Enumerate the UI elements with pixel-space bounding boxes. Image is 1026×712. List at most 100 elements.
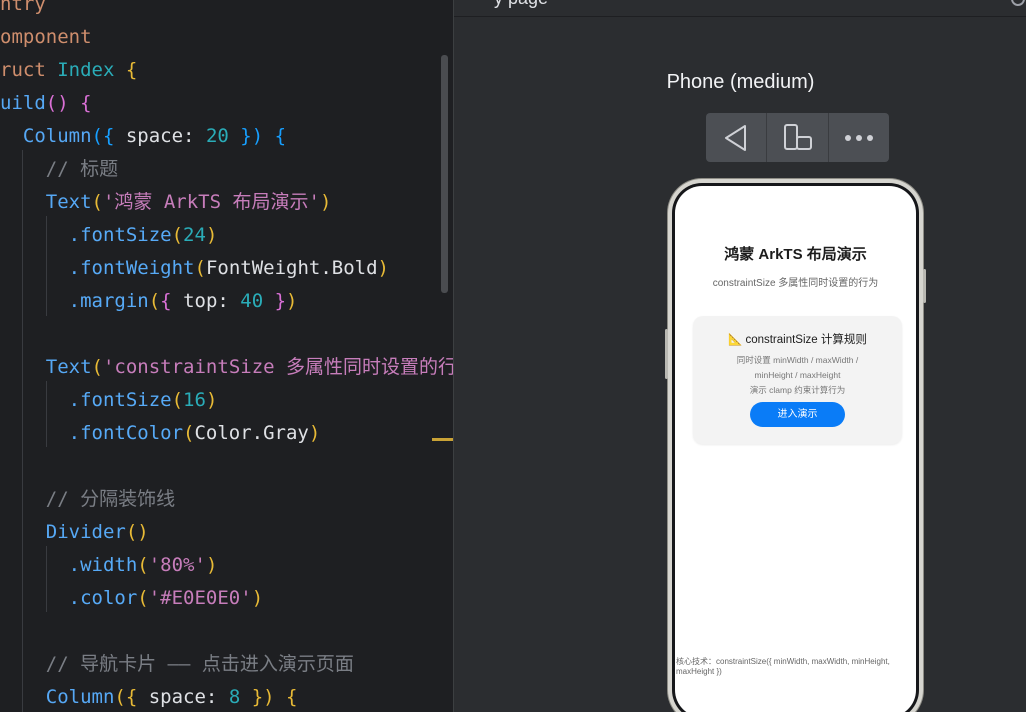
nav-card[interactable]: 📐 constraintSize 计算规则 同时设置 minWidth / max… <box>693 316 902 444</box>
code-token: Text <box>45 191 92 213</box>
more-button[interactable] <box>827 113 889 162</box>
code-token: ) <box>377 257 389 279</box>
code-line: omponent <box>0 21 92 54</box>
code-line: Text('constraintSize 多属性同时设置的行 <box>0 351 453 384</box>
code-token: Index <box>57 59 126 81</box>
code-token: 24 <box>183 224 206 246</box>
code-token: ( <box>194 257 206 279</box>
code-line: // 标题 <box>0 153 118 186</box>
footer-note: 核心技术：constraintSize({ minWidth, maxWidth… <box>676 657 890 676</box>
editor-scrollbar[interactable] <box>441 55 448 293</box>
code-token: top: <box>171 290 241 312</box>
rotate-device-icon <box>784 123 813 150</box>
code-token: '鸿蒙 ArkTS 布局演示' <box>102 191 320 213</box>
ruler-icon: 📐 <box>728 334 743 346</box>
code-token: 16 <box>183 389 206 411</box>
enter-demo-button[interactable]: 进入演示 <box>750 402 845 427</box>
code-token: ( <box>137 554 149 576</box>
app-title: 鸿蒙 ArkTS 布局演示 <box>724 246 867 263</box>
code-line: // 导航卡片 —— 点击进入演示页面 <box>0 648 354 681</box>
rotate-button[interactable] <box>766 113 827 162</box>
device-toolbar <box>706 113 889 162</box>
code-token: } <box>263 290 287 312</box>
code-token: ) <box>205 389 218 411</box>
code-editor[interactable]: ntry omponent ruct Index {uild() { Column(… <box>0 0 453 712</box>
code-token: ) <box>286 290 298 312</box>
code-token: ) <box>205 554 218 576</box>
code-token: ) <box>205 224 218 246</box>
code-line: .fontSize(24) <box>0 219 218 252</box>
code-line: uild() { <box>0 87 92 120</box>
code-line: Divider() <box>0 516 149 549</box>
card-desc-line: 演示 clamp 约束计算行为 <box>749 385 846 395</box>
code-line: ruct Index { <box>0 54 137 87</box>
code-token: omponent <box>0 26 92 48</box>
code-token: () <box>125 521 149 543</box>
phone-bezel: 鸿蒙 ArkTS 布局演示 constraintSize 多属性同时设置的行为 … <box>672 183 919 712</box>
code-token: { <box>160 290 172 312</box>
back-button[interactable] <box>706 113 766 162</box>
code-token: // 分隔装饰线 <box>45 488 176 510</box>
code-token: 20 <box>205 125 229 147</box>
code-token: space: <box>114 125 206 147</box>
code-token: ( <box>137 587 149 609</box>
power-button <box>665 329 668 379</box>
code-token: ( <box>91 356 103 378</box>
code-token: ( <box>183 422 195 444</box>
code-token: FontWeight.Bold <box>205 257 378 279</box>
code-token: '#E0E0E0' <box>148 587 252 609</box>
code-token: () <box>45 92 81 114</box>
card-description: 同时设置 minWidth / maxWidth / minHeight / m… <box>703 353 892 398</box>
code-token: Text <box>45 356 92 378</box>
code-token: Column <box>22 125 92 147</box>
code-token: { <box>274 686 298 708</box>
code-token: }) <box>228 125 264 147</box>
code-token: Divider <box>45 521 126 543</box>
card-desc-line: 同时设置 minWidth / maxWidth / <box>736 355 859 365</box>
code-token: ( <box>171 224 184 246</box>
code-token: .fontWeight <box>68 257 195 279</box>
more-dots-icon <box>844 134 873 141</box>
code-token: .fontSize <box>68 224 172 246</box>
back-triangle-icon <box>725 124 747 151</box>
code-token: 'constraintSize 多属性同时设置的行 <box>102 356 453 378</box>
code-token: // 标题 <box>45 158 119 180</box>
code-token: 8 <box>228 686 241 708</box>
code-line: .fontWeight(FontWeight.Bold) <box>0 252 389 285</box>
code-token: .width <box>68 554 138 576</box>
card-desc-line: minHeight / maxHeight <box>754 370 841 380</box>
code-line: .margin({ top: 40 }) <box>0 285 298 318</box>
code-line: .width('80%') <box>0 549 218 582</box>
app-subtitle: constraintSize 多属性同时设置的行为 <box>712 278 879 289</box>
code-token: space: <box>137 686 229 708</box>
code-line: ntry <box>0 0 46 21</box>
previewer-page-label: y page <box>494 0 548 9</box>
code-token: uild <box>0 92 46 114</box>
card-title: 📐 constraintSize 计算规则 <box>693 331 902 347</box>
settings-icon[interactable] <box>1011 0 1025 6</box>
phone-frame: 鸿蒙 ArkTS 布局演示 constraintSize 多属性同时设置的行为 … <box>665 179 926 712</box>
code-token: ) <box>308 422 321 444</box>
code-token: { <box>263 125 287 147</box>
scroll-marker <box>432 438 453 441</box>
code-token: // 导航卡片 —— 点击进入演示页面 <box>45 653 354 675</box>
code-line: Column({ space: 8 }) { <box>0 681 298 712</box>
code-token: .fontSize <box>68 389 172 411</box>
code-token: ntry <box>0 0 46 15</box>
code-line: .fontColor(Color.Gray) <box>0 417 321 450</box>
code-token: }) <box>240 686 275 708</box>
phone-screen: 鸿蒙 ArkTS 布局演示 constraintSize 多属性同时设置的行为 … <box>675 186 916 712</box>
code-line: // 分隔装饰线 <box>0 483 175 516</box>
